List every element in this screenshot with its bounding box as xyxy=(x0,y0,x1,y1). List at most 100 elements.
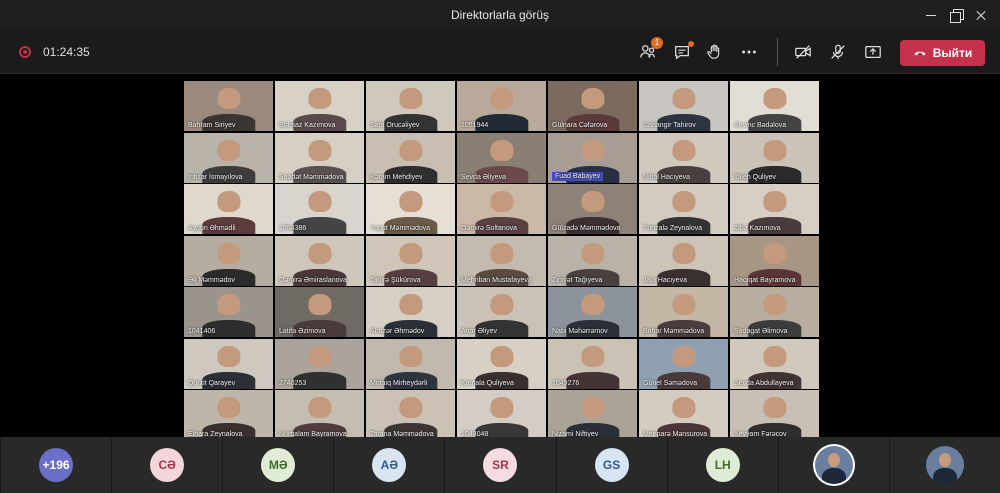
participant-name: Kəram Mehdiyev xyxy=(370,173,423,181)
video-tile[interactable]: Qəmirə Soltanova xyxy=(457,184,546,234)
video-tile[interactable]: Qəmirə Əmiraslanova xyxy=(275,235,364,286)
mic-off-icon xyxy=(831,44,845,60)
video-tile[interactable]: Mirfaiq Mirheydərli xyxy=(366,338,455,389)
call-toolbar: 01:24:35 1 Выйти xyxy=(0,30,1000,74)
mic-toggle-button[interactable] xyxy=(826,40,850,64)
video-tile[interactable]: 2740253 xyxy=(275,338,364,389)
participant-face xyxy=(489,139,514,161)
video-tile[interactable]: Əli Məmmədov xyxy=(184,235,273,286)
leave-button[interactable]: Выйти xyxy=(900,40,985,66)
participant-avatar[interactable]: CƏ xyxy=(111,437,222,493)
video-tile[interactable]: İntizar İsmayılova xyxy=(184,132,273,183)
recording-icon xyxy=(19,46,31,58)
participant-name: Gülzadə Məmmədova xyxy=(552,225,621,232)
participants-button[interactable]: 1 xyxy=(636,37,663,64)
video-tile[interactable]: 1049276 xyxy=(548,338,637,389)
video-tile[interactable]: Latifa Əzimova xyxy=(275,287,364,337)
video-tile[interactable]: 1051944 xyxy=(457,81,546,131)
participant-avatar[interactable]: AƏ xyxy=(333,437,444,493)
video-tile[interactable]: Ziniyət Tağıyeva xyxy=(548,235,637,286)
camera-toggle-button[interactable] xyxy=(791,40,815,64)
video-tile[interactable]: Mehriban Mustafayeva xyxy=(457,235,546,286)
video-tile[interactable]: Abuzər Əhmədov xyxy=(366,287,455,337)
participant-avatar[interactable]: MƏ xyxy=(222,437,333,493)
video-tile[interactable]: Haqiqat Bayramova xyxy=(730,235,819,286)
participant-name: Saadət Məmmədova xyxy=(279,173,344,181)
participant-face xyxy=(307,242,332,264)
video-tile[interactable]: Aygün Əhmədli xyxy=(184,184,273,234)
window-title: Direktorlarla görüş xyxy=(450,8,550,22)
video-tile[interactable]: Ziba Kazımova xyxy=(730,184,819,234)
video-tile[interactable]: Sadagat Əlimova xyxy=(730,287,819,337)
video-tile[interactable]: Nurgalam Bayramova xyxy=(275,390,364,440)
participant-name: Əli Məmmədov xyxy=(188,276,235,284)
participant-name: Günel Səmədova xyxy=(643,379,698,387)
video-tile[interactable]: Tarana Məmmədova xyxy=(366,390,455,440)
video-tile[interactable]: Sevda Əliyeva xyxy=(457,132,546,183)
video-tile[interactable]: Gülzadə Məmmədova xyxy=(548,184,637,234)
participant-face xyxy=(307,397,332,418)
participant-name: Jala Hacıyeva xyxy=(643,276,687,284)
video-tile[interactable]: 1041406 xyxy=(184,287,273,337)
close-button[interactable] xyxy=(958,0,1000,30)
video-tile[interactable]: 1054386 xyxy=(275,184,364,234)
video-tile[interactable]: Nabi Məhərrəmov xyxy=(548,287,637,337)
participant-video-thumb[interactable] xyxy=(888,437,1000,493)
participant-face xyxy=(307,139,332,161)
participant-name: 1041406 xyxy=(188,328,216,335)
participant-avatar[interactable]: LH xyxy=(666,437,778,493)
video-tile[interactable]: Safa Orucəliyev xyxy=(366,81,455,131)
video-tile[interactable]: Taleh Quliyev xyxy=(730,132,819,183)
participant-face xyxy=(762,191,787,212)
video-tile[interactable]: Bahram Siriyev xyxy=(184,81,273,131)
participant-name: Gülnara Cəfərova xyxy=(552,122,608,129)
participant-avatar[interactable]: GS xyxy=(555,437,667,493)
participant-name: Mirfaiq Mirheydərli xyxy=(370,379,428,387)
video-tile[interactable]: Saadət Məmmədova xyxy=(275,132,364,183)
participant-video-thumb[interactable] xyxy=(777,437,889,493)
participant-face xyxy=(671,88,696,109)
avatar xyxy=(925,446,964,484)
video-tile[interactable]: Kamala Quliyeva xyxy=(457,338,546,389)
video-tile[interactable]: Solmaz Kazımova xyxy=(275,81,364,131)
participant-name: 1054386 xyxy=(279,225,307,232)
video-tile[interactable]: Bahar Məmmədova xyxy=(639,287,728,337)
camera-off-icon xyxy=(795,45,811,59)
video-tile[interactable]: Nihal Hacıyeva xyxy=(639,132,728,183)
participant-name: Nabi Məhərrəmov xyxy=(552,328,608,335)
video-tile[interactable]: Jala Hacıyeva xyxy=(639,235,728,286)
video-tile[interactable]: 1048048 xyxy=(457,390,546,440)
video-tile[interactable]: Gülnara Cəfərova xyxy=(548,81,637,131)
participant-name: Bahram Siriyev xyxy=(188,122,236,129)
more-participants-button[interactable]: +196 xyxy=(0,437,111,493)
video-tile[interactable]: Günel Səmədova xyxy=(639,338,728,389)
participant-face xyxy=(762,139,787,161)
video-tile[interactable]: Cahangir Tahirov xyxy=(639,81,728,131)
participant-face xyxy=(216,294,241,315)
chat-button[interactable] xyxy=(670,40,694,64)
participant-face xyxy=(762,88,787,109)
share-screen-button[interactable] xyxy=(861,40,885,64)
video-tile[interactable]: Fuad Babayev xyxy=(548,132,637,183)
video-tile[interactable]: Anar Əliyev xyxy=(457,287,546,337)
participant-name: 2740253 xyxy=(279,379,307,387)
more-actions-button[interactable] xyxy=(737,40,761,64)
participant-face xyxy=(489,345,514,367)
participant-face xyxy=(216,242,241,264)
participant-face xyxy=(398,88,423,109)
video-tile[interactable]: Kəram Mehdiyev xyxy=(366,132,455,183)
video-tile[interactable]: Sevda Abdullayeva xyxy=(730,338,819,389)
video-tile[interactable]: Mehparə Mənsurova xyxy=(639,390,728,440)
video-tile[interactable]: Nizami Niftiyev xyxy=(548,390,637,440)
video-tile[interactable]: Qorxit Qarayev xyxy=(184,338,273,389)
video-tile[interactable]: Elnara Zeynalova xyxy=(184,390,273,440)
video-tile[interactable]: Xeyyam Fərəcov xyxy=(730,390,819,440)
video-tile[interactable]: Sevinc Bədəlova xyxy=(730,81,819,131)
participant-avatar[interactable]: SR xyxy=(444,437,555,493)
video-tile[interactable]: Tahirə Şükürova xyxy=(366,235,455,286)
video-tile[interactable]: Yaqut Məmmədova xyxy=(366,184,455,234)
call-timer: 01:24:35 xyxy=(43,45,90,59)
video-tile[interactable]: Tünzalə Zeynalova xyxy=(639,184,728,234)
raise-hand-button[interactable] xyxy=(703,40,727,64)
participant-face xyxy=(216,139,241,161)
